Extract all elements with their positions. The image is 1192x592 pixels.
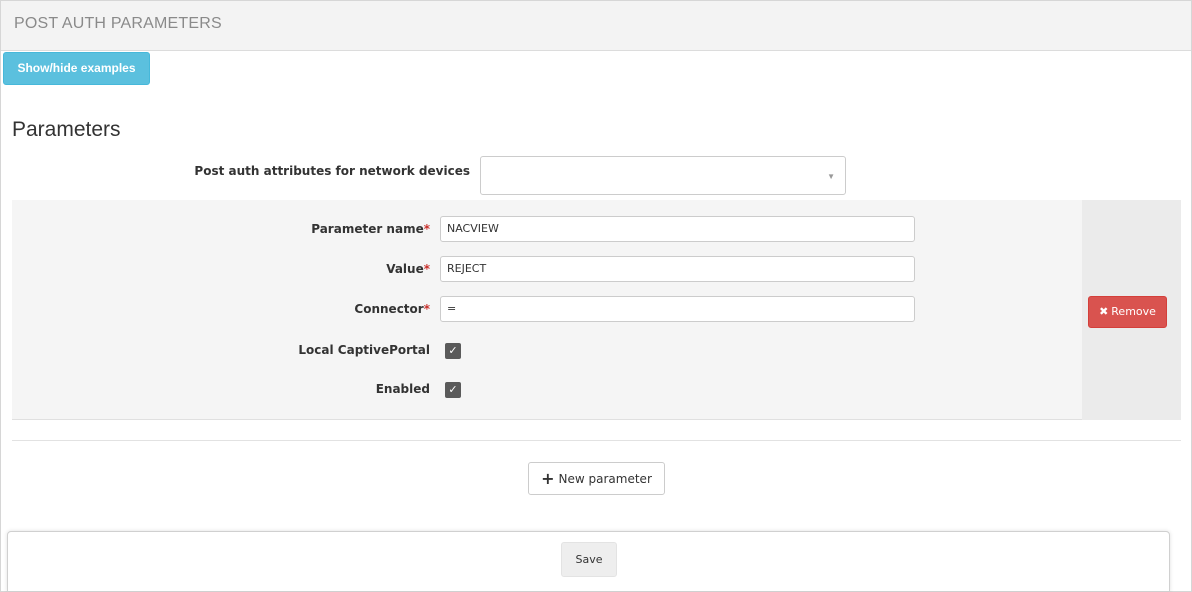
network-devices-select[interactable]: ▼: [480, 156, 846, 195]
new-parameter-label: New parameter: [558, 472, 652, 486]
caret-down-icon: ▼: [827, 172, 835, 181]
required-mark: *: [423, 222, 430, 236]
close-icon: ✖: [1099, 305, 1109, 318]
connector-label: Connector*: [230, 302, 430, 316]
panel-header: POST AUTH PARAMETERS: [1, 1, 1191, 51]
section-title: Parameters: [12, 118, 121, 141]
value-label-text: Value: [386, 262, 424, 276]
remove-button[interactable]: ✖ Remove: [1088, 296, 1167, 328]
required-mark: *: [423, 262, 430, 276]
connector-label-text: Connector: [354, 302, 424, 316]
divider: [12, 440, 1181, 441]
check-icon: ✓: [448, 384, 458, 396]
network-devices-label: Post auth attributes for network devices: [194, 164, 470, 178]
required-mark: *: [423, 302, 430, 316]
local-captive-portal-checkbox[interactable]: ✓: [445, 343, 461, 359]
enabled-checkbox[interactable]: ✓: [445, 382, 461, 398]
enabled-label: Enabled: [375, 382, 430, 396]
plus-icon: +: [541, 469, 555, 488]
save-button[interactable]: Save: [561, 542, 617, 577]
value-input[interactable]: REJECT: [440, 256, 915, 282]
panel-title: POST AUTH PARAMETERS: [14, 15, 222, 32]
remove-label: Remove: [1111, 305, 1156, 318]
check-icon: ✓: [448, 345, 458, 357]
parameter-name-label-text: Parameter name: [311, 222, 424, 236]
parameter-name-input[interactable]: NACVIEW: [440, 216, 915, 242]
show-hide-examples-button[interactable]: Show/hide examples: [3, 52, 150, 85]
value-label: Value*: [230, 262, 430, 276]
new-parameter-button[interactable]: + New parameter: [528, 462, 665, 495]
connector-input[interactable]: =: [440, 296, 915, 322]
parameter-name-label: Parameter name*: [230, 222, 430, 236]
local-captive-portal-label: Local CaptivePortal: [298, 343, 430, 357]
